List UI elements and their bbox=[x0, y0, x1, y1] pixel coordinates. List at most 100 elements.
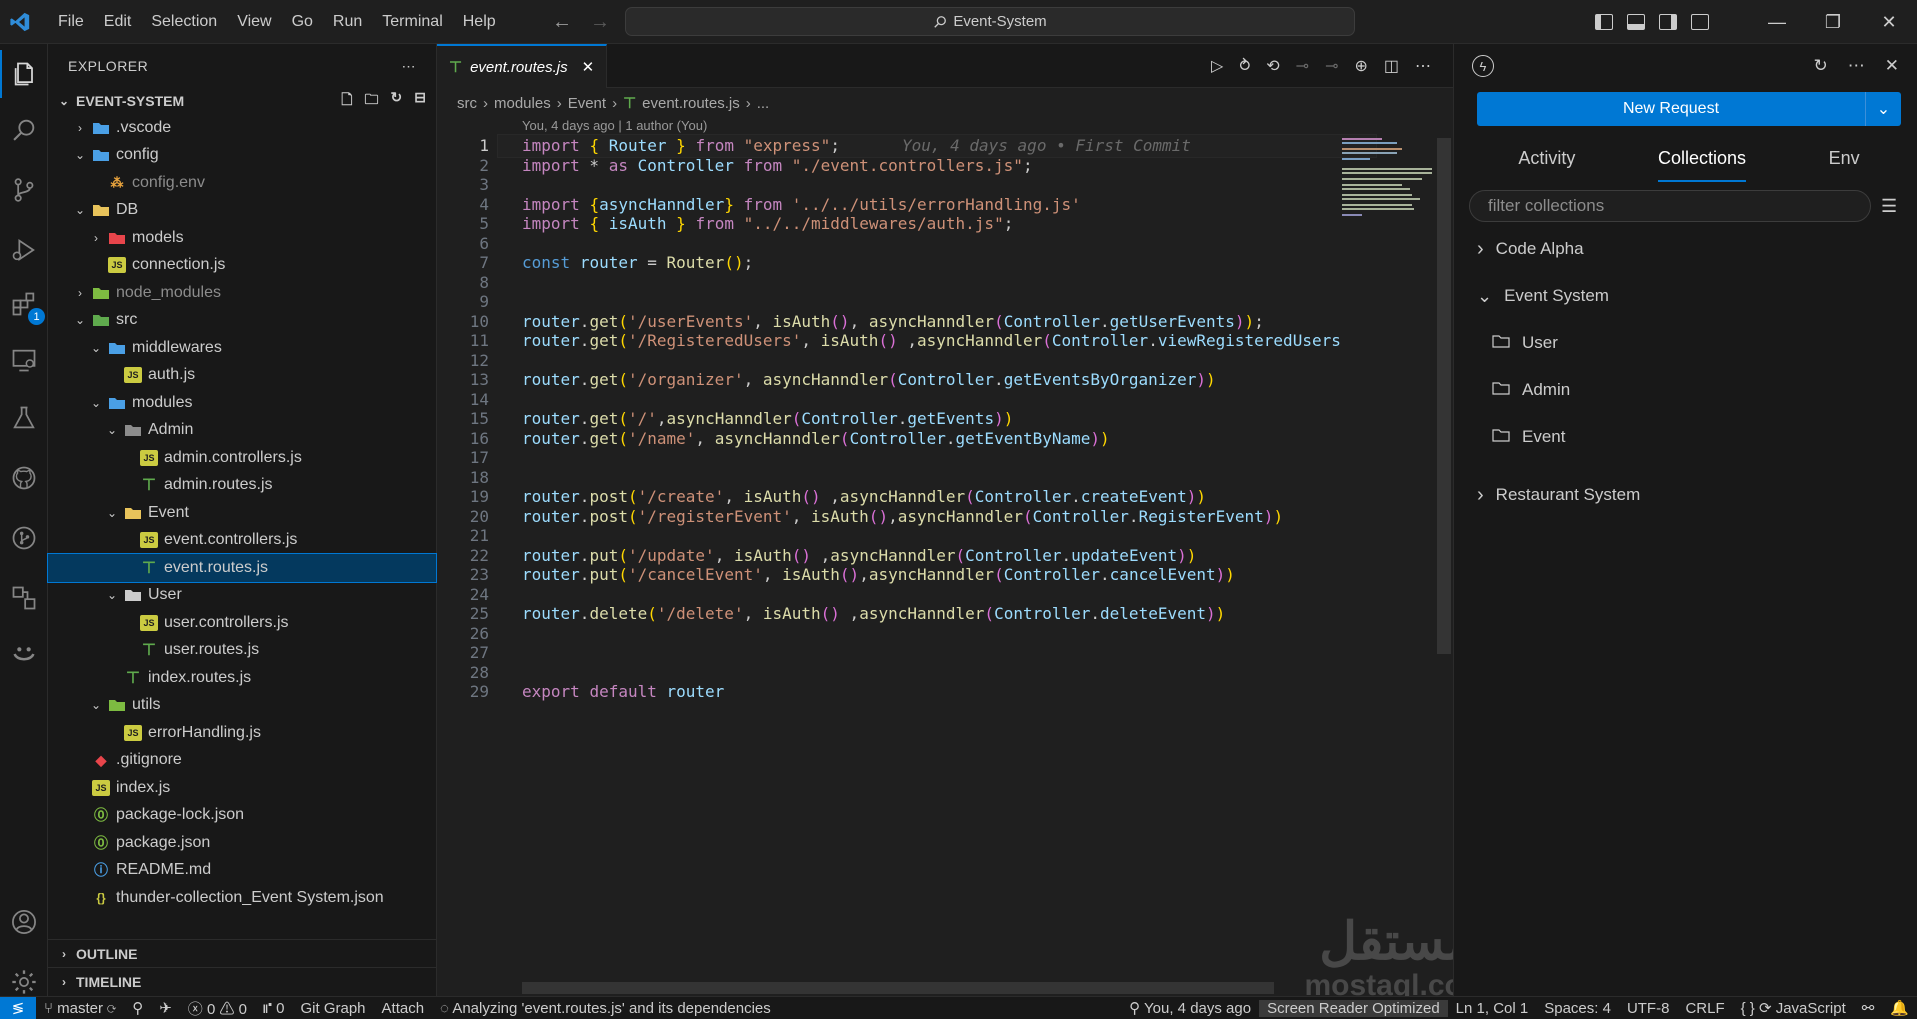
customize-layout-icon[interactable] bbox=[1691, 14, 1709, 30]
remote-explorer-icon[interactable] bbox=[0, 336, 48, 384]
tree-item[interactable]: JS admin.controllers.js bbox=[48, 444, 436, 472]
minimize-icon[interactable]: — bbox=[1749, 12, 1805, 33]
screen-reader-status[interactable]: Screen Reader Optimized bbox=[1259, 999, 1448, 1017]
menu-item-edit[interactable]: Edit bbox=[94, 0, 142, 44]
rocket-icon[interactable]: ✈ bbox=[151, 999, 180, 1017]
tree-item[interactable]: ⌄ middlewares bbox=[48, 334, 436, 362]
refresh-icon[interactable]: ↻ bbox=[1814, 56, 1828, 76]
tree-item[interactable]: ⁂ config.env bbox=[48, 169, 436, 197]
filter-collections-input[interactable]: filter collections bbox=[1469, 190, 1871, 222]
toggle-secondary-sidebar-icon[interactable] bbox=[1659, 14, 1677, 30]
eol-status[interactable]: CRLF bbox=[1677, 1000, 1732, 1017]
branch-status[interactable]: ⑂ master ⟳ bbox=[36, 1000, 124, 1017]
open-changes-icon[interactable]: ⟲ bbox=[1266, 56, 1279, 76]
extensions-icon[interactable]: 1 bbox=[0, 280, 48, 328]
previous-change-icon[interactable]: ⊸ bbox=[1296, 56, 1309, 76]
more-icon[interactable]: ⋯ bbox=[1848, 56, 1865, 76]
source-control-icon[interactable] bbox=[0, 166, 48, 214]
collection-item[interactable]: › Code Alpha bbox=[1477, 234, 1584, 264]
code-line[interactable]: router.delete('/delete', isAuth() ,async… bbox=[522, 602, 1225, 626]
breadcrumb-item[interactable]: Event bbox=[568, 95, 606, 112]
code-line[interactable]: router.put('/cancelEvent', isAuth(),asyn… bbox=[522, 563, 1235, 587]
tree-item[interactable]: ⊤ admin.routes.js bbox=[48, 472, 436, 500]
forward-arrow-icon[interactable]: → bbox=[590, 11, 610, 34]
tree-item[interactable]: JS auth.js bbox=[48, 362, 436, 390]
collection-item[interactable]: ⌄ Event System bbox=[1477, 281, 1609, 311]
run-debug-icon[interactable] bbox=[0, 226, 48, 274]
search-activity-icon[interactable] bbox=[0, 106, 48, 154]
tree-item[interactable]: ⌄ Event bbox=[48, 499, 436, 527]
tree-item[interactable]: JS event.controllers.js bbox=[48, 527, 436, 555]
git-graph-icon[interactable] bbox=[0, 514, 48, 562]
menu-item-terminal[interactable]: Terminal bbox=[372, 0, 452, 44]
menu-item-file[interactable]: File bbox=[48, 0, 94, 44]
code-line[interactable]: router.get('/organizer', asyncHanndler(C… bbox=[522, 368, 1216, 392]
toggle-panel-icon[interactable] bbox=[1627, 14, 1645, 30]
chevron-down-icon[interactable]: ⌄ bbox=[1865, 92, 1901, 126]
split-editor-icon[interactable]: ◫ bbox=[1384, 56, 1399, 76]
remote-indicator-icon[interactable]: ≶ bbox=[0, 996, 36, 1019]
tree-item[interactable]: ⓪ package-lock.json bbox=[48, 802, 436, 830]
containers-icon[interactable] bbox=[0, 574, 48, 622]
new-request-button[interactable]: New Request ⌄ bbox=[1477, 92, 1901, 126]
thunder-client-icon[interactable] bbox=[0, 630, 48, 678]
github-icon[interactable] bbox=[0, 454, 48, 502]
code-line[interactable]: const router = Router(); bbox=[522, 251, 753, 275]
collection-item[interactable]: Admin bbox=[1492, 375, 1570, 405]
tree-item[interactable]: ⌄ DB bbox=[48, 197, 436, 225]
menu-item-view[interactable]: View bbox=[227, 0, 281, 44]
code-line[interactable]: router.post('/registerEvent', isAuth(),a… bbox=[522, 505, 1283, 529]
explorer-icon[interactable] bbox=[0, 50, 48, 98]
tree-item[interactable]: ⊤ index.routes.js bbox=[48, 664, 436, 692]
breadcrumb-item[interactable]: src bbox=[457, 95, 477, 112]
tree-item[interactable]: ◆ .gitignore bbox=[48, 747, 436, 775]
code-line[interactable]: export default router bbox=[522, 680, 724, 704]
minimap[interactable] bbox=[1342, 136, 1432, 216]
vertical-scrollbar[interactable] bbox=[1437, 138, 1451, 654]
language-status[interactable]: { } ⟳ JavaScript bbox=[1733, 999, 1854, 1017]
collapse-all-icon[interactable]: ⊟ bbox=[414, 89, 426, 113]
tree-item[interactable]: ⊤ event.routes.js bbox=[47, 553, 437, 583]
menu-item-help[interactable]: Help bbox=[453, 0, 506, 44]
tree-item[interactable]: JS errorHandling.js bbox=[48, 719, 436, 747]
explorer-more-icon[interactable]: ⋯ bbox=[402, 58, 417, 75]
code-line[interactable]: router.get('/RegisteredUsers', isAuth() … bbox=[522, 329, 1341, 353]
cursor-position[interactable]: Ln 1, Col 1 bbox=[1448, 1000, 1537, 1017]
refresh-icon[interactable]: ↻ bbox=[391, 89, 403, 113]
breadcrumb-item[interactable]: modules bbox=[494, 95, 551, 112]
command-center-search[interactable]: Event-System bbox=[625, 7, 1355, 36]
next-change-icon[interactable]: ⊸ bbox=[1325, 56, 1338, 76]
tree-item[interactable]: ⓪ package.json bbox=[48, 829, 436, 857]
tab-event-routes[interactable]: ⊤ event.routes.js ✕ bbox=[437, 44, 608, 88]
collection-item[interactable]: › Restaurant System bbox=[1477, 480, 1640, 510]
toggle-primary-sidebar-icon[interactable] bbox=[1595, 14, 1613, 30]
tab-env[interactable]: Env bbox=[1829, 142, 1860, 182]
tree-item[interactable]: JS user.controllers.js bbox=[48, 609, 436, 637]
account-icon[interactable] bbox=[0, 898, 48, 946]
outline-section[interactable]: › OUTLINE bbox=[48, 939, 437, 967]
new-file-icon[interactable]: 🗋 bbox=[341, 89, 352, 113]
tab-activity[interactable]: Activity bbox=[1518, 142, 1575, 182]
tree-item[interactable]: ⌄ Admin bbox=[48, 417, 436, 445]
collection-item[interactable]: Event bbox=[1492, 422, 1565, 452]
code-line[interactable]: router.get('/name', asyncHanndler(Contro… bbox=[522, 427, 1110, 451]
more-actions-icon[interactable]: ⋯ bbox=[1415, 56, 1431, 76]
attach-status[interactable]: Attach bbox=[374, 1000, 433, 1017]
indentation-status[interactable]: Spaces: 4 bbox=[1536, 1000, 1619, 1017]
blame-status[interactable]: ⚲ You, 4 days ago bbox=[1121, 999, 1259, 1017]
tree-item[interactable]: › .vscode bbox=[48, 114, 436, 142]
tree-item[interactable]: {} thunder-collection_Event System.json bbox=[48, 884, 436, 912]
copilot-icon[interactable]: ⚯ bbox=[1854, 999, 1883, 1017]
ports-status[interactable]: ⑈ 0 bbox=[255, 1000, 293, 1017]
problems-status[interactable]: ⓧ 0 ⚠ 0 bbox=[180, 998, 255, 1019]
close-tab-icon[interactable]: ✕ bbox=[582, 58, 595, 76]
workspace-root[interactable]: ⌄ EVENT-SYSTEM 🗋 🗀 ↻ ⊟ bbox=[48, 88, 436, 114]
tree-item[interactable]: › node_modules bbox=[48, 279, 436, 307]
tree-item[interactable]: JS index.js bbox=[48, 774, 436, 802]
tree-item[interactable]: JS connection.js bbox=[48, 252, 436, 280]
collection-item[interactable]: User bbox=[1492, 328, 1558, 358]
timeline-section[interactable]: › TIMELINE bbox=[48, 967, 437, 995]
tree-item[interactable]: ⓘ README.md bbox=[48, 857, 436, 885]
filter-menu-icon[interactable]: ☰ bbox=[1881, 196, 1897, 217]
menu-item-selection[interactable]: Selection bbox=[141, 0, 227, 44]
